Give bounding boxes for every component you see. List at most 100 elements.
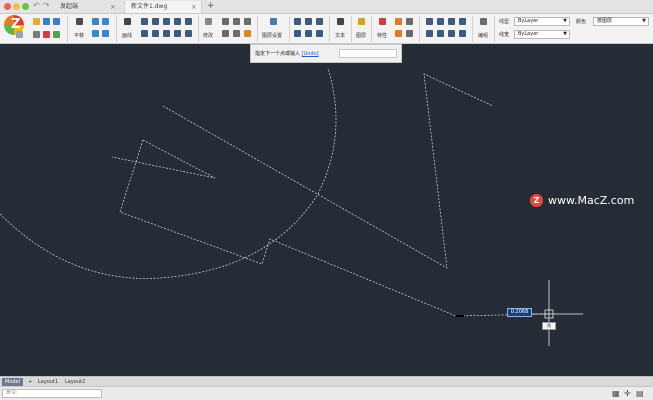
scale-icon[interactable] (233, 30, 240, 37)
add-tab-button[interactable]: + (207, 0, 215, 13)
edit-block-icon[interactable] (448, 18, 455, 25)
prompt-text: 指定下一个点或输入 [Undo] (255, 50, 319, 57)
zoom-window-icon[interactable] (92, 30, 99, 37)
watermark-text: www.MacZ.com (548, 194, 635, 207)
properties-icon[interactable] (379, 18, 386, 25)
tab-bar: ↶ ↷ 发起端 × 新文件1.dwg × + (0, 0, 653, 14)
trim-icon[interactable] (448, 30, 455, 37)
print-icon[interactable] (33, 31, 40, 38)
command-input[interactable]: 命令: (2, 389, 102, 398)
redo-icon[interactable]: ↷ (43, 1, 50, 10)
offset-icon[interactable] (244, 18, 251, 25)
dim-linear-icon[interactable] (294, 18, 301, 25)
minimize-window-button[interactable] (13, 3, 20, 10)
pan-icon[interactable] (76, 18, 83, 25)
divider (67, 16, 68, 42)
app-window: ↶ ↷ 发起端 × 新文件1.dwg × + Z 平移 画线 修改 图层设置 文… (0, 0, 653, 400)
open-file-icon[interactable] (33, 18, 40, 25)
linetype-select[interactable]: ByLayer ▼ (514, 17, 570, 26)
zoom-in-icon[interactable] (92, 18, 99, 25)
tab-drawing[interactable]: 新文件1.dwg × (124, 1, 202, 13)
zoom-out-icon[interactable] (102, 18, 109, 25)
app-logo-letter: Z (11, 17, 21, 32)
explode-icon[interactable] (426, 30, 433, 37)
tab-home-label: 发起端 (60, 3, 79, 10)
lineweight-value: ByLayer (518, 31, 539, 37)
polyline-icon[interactable] (141, 18, 148, 25)
revision-cloud-icon[interactable] (185, 30, 192, 37)
snap-toggle-icon[interactable]: ▤ (636, 389, 644, 398)
point-icon[interactable] (174, 30, 181, 37)
command-prompt-popup: 指定下一个点或输入 [Undo] (250, 44, 402, 63)
close-window-button[interactable] (4, 3, 11, 10)
dim-aligned-icon[interactable] (305, 18, 312, 25)
layers-icon[interactable] (358, 18, 365, 25)
hatch-icon[interactable] (163, 30, 170, 37)
save-icon[interactable] (43, 18, 50, 25)
measure-icon[interactable] (395, 30, 402, 37)
divider (257, 16, 258, 42)
prompt-instruction: 指定下一个点或输入 (255, 51, 301, 57)
group-label-move: 平移 (74, 33, 85, 39)
area-icon[interactable] (406, 30, 413, 37)
line-icon[interactable] (124, 18, 131, 25)
save-as-icon[interactable] (53, 18, 60, 25)
export-image-icon[interactable] (53, 31, 60, 38)
array-icon[interactable] (437, 30, 444, 37)
list-icon[interactable] (406, 18, 413, 25)
spline-icon[interactable] (141, 30, 148, 37)
group-label-draw: 画线 (122, 33, 133, 39)
tab-drawing-close-icon[interactable]: × (191, 1, 197, 13)
add-layout-button[interactable]: + (25, 378, 35, 386)
create-block-icon[interactable] (437, 18, 444, 25)
text-icon[interactable] (337, 18, 344, 25)
zoom-extents-icon[interactable] (102, 30, 109, 37)
ribbon-toolbar: Z 平移 画线 修改 图层设置 文本 图层 特性 编组 线型 ByLayer ▼… (0, 14, 653, 44)
rectangle-icon[interactable] (163, 18, 170, 25)
extend-icon[interactable] (459, 30, 466, 37)
dim-diameter-icon[interactable] (305, 30, 312, 37)
arc-entity (0, 67, 337, 279)
dynamic-length-input[interactable]: 0.2068 (507, 308, 532, 317)
new-file-icon[interactable] (16, 31, 23, 38)
triangle-entity (111, 139, 216, 179)
grid-toggle-icon[interactable]: ▦ (612, 389, 620, 398)
tab-model[interactable]: Model (2, 378, 24, 386)
color-select[interactable]: 按图层 ▼ (593, 17, 649, 26)
polyline-entity (119, 139, 457, 317)
export-pdf-icon[interactable] (43, 31, 50, 38)
mirror-icon[interactable] (233, 18, 240, 25)
tab-layout2[interactable]: Layout2 (62, 378, 88, 386)
match-properties-icon[interactable] (395, 18, 402, 25)
diagonal-entity (162, 73, 494, 269)
dim-radius-icon[interactable] (294, 30, 301, 37)
tab-layout1[interactable]: Layout1 (35, 378, 61, 386)
prompt-undo-option[interactable]: [Undo] (302, 51, 319, 57)
ortho-toggle-icon[interactable]: ✛ (624, 389, 631, 398)
lineweight-select[interactable]: ByLayer ▼ (514, 30, 570, 39)
attribute-icon[interactable] (459, 18, 466, 25)
dim-angular-icon[interactable] (316, 18, 323, 25)
tab-home[interactable]: 发起端 × (54, 1, 124, 13)
group-icon[interactable] (480, 18, 487, 25)
erase-icon[interactable] (244, 30, 251, 37)
rotate-icon[interactable] (222, 30, 229, 37)
arc-icon[interactable] (152, 18, 159, 25)
layer-settings-icon[interactable] (270, 18, 277, 25)
ellipse-icon[interactable] (185, 18, 192, 25)
divider (351, 16, 352, 42)
lineweight-label: 线宽 (499, 32, 510, 38)
polygon-icon[interactable] (152, 30, 159, 37)
tab-home-close-icon[interactable]: × (110, 1, 116, 13)
chevron-down-icon: ▼ (563, 18, 567, 24)
select-icon[interactable] (205, 18, 212, 25)
insert-block-icon[interactable] (426, 18, 433, 25)
copy-icon[interactable] (222, 18, 229, 25)
watermark: Z www.MacZ.com (530, 193, 650, 209)
circle-icon[interactable] (174, 18, 181, 25)
prompt-input[interactable] (339, 49, 397, 58)
zoom-window-button[interactable] (22, 3, 29, 10)
linetype-value: ByLayer (518, 18, 539, 24)
leader-icon[interactable] (316, 30, 323, 37)
undo-icon[interactable]: ↶ (33, 1, 40, 10)
